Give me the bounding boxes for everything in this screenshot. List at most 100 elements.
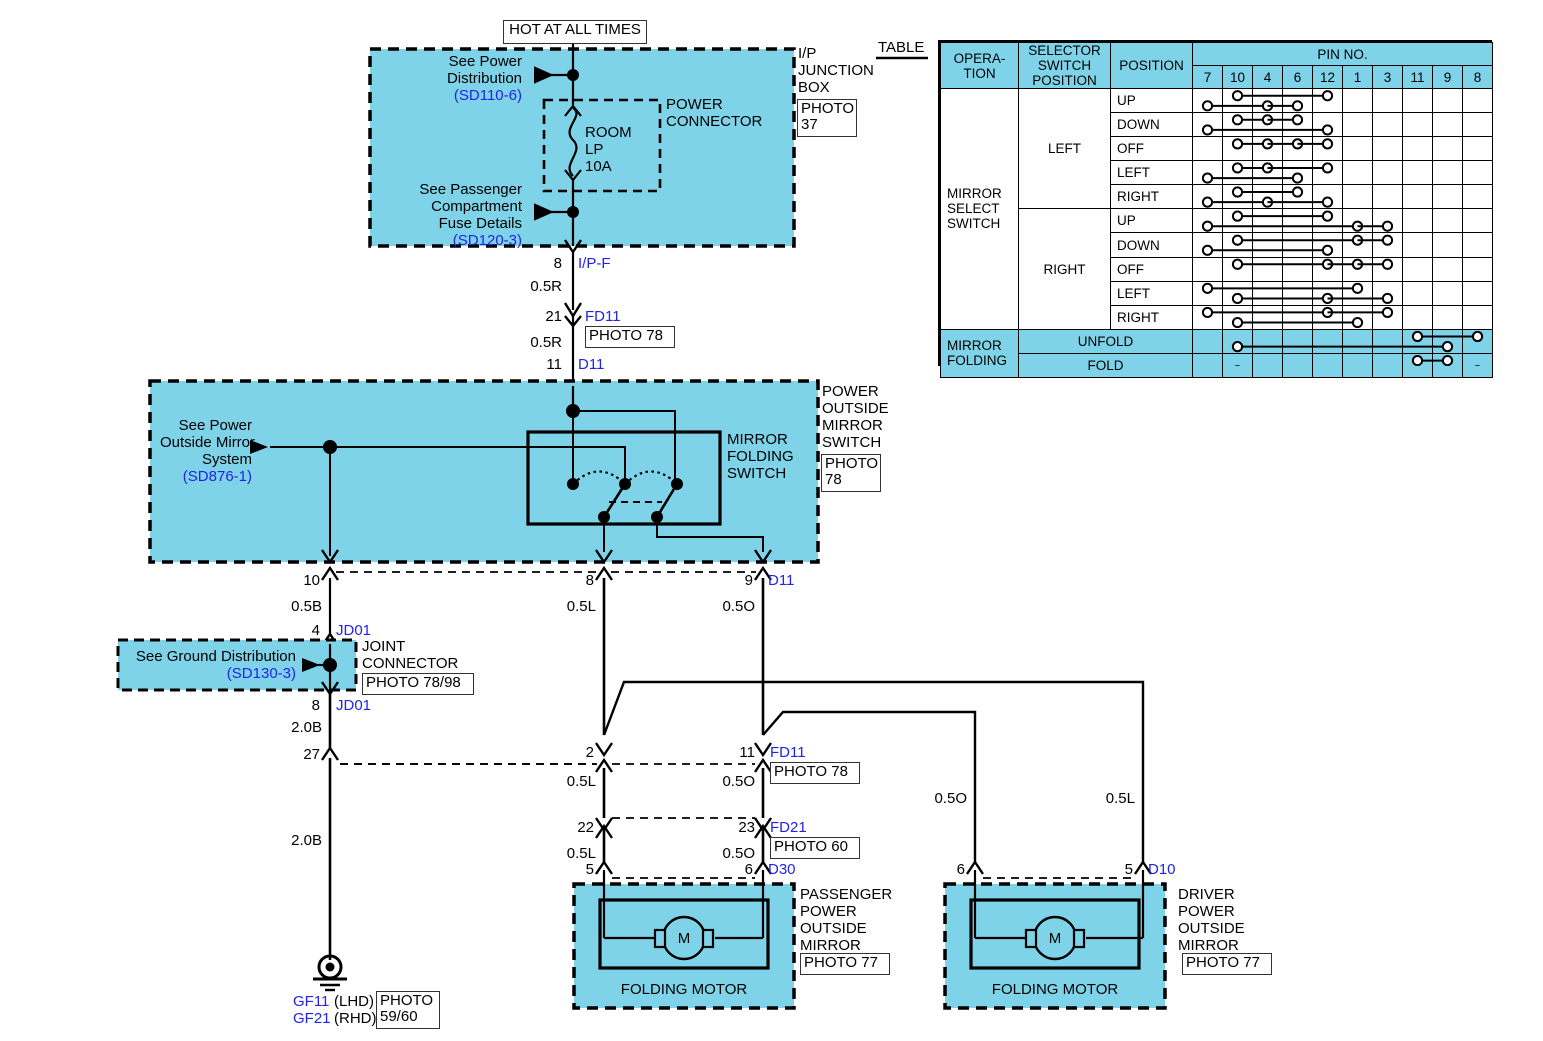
photo-label-line2: 37 [801, 116, 818, 133]
pin-cell-10 [1222, 136, 1253, 162]
power-outside-mirror-switch-photo-ref: PHOTO 78 [821, 454, 881, 492]
pin-cell-10 [1222, 112, 1253, 138]
position-cell: LEFT [1110, 280, 1193, 306]
connector-fd21[interactable]: FD21 [770, 819, 807, 836]
gauge-05b: 0.5B [291, 598, 322, 615]
pin-cell-1 [1342, 112, 1373, 138]
see-power-outside-mirror-line2: Outside Mirror [160, 434, 256, 451]
pin-cell-3 [1372, 136, 1403, 162]
joint-connector-photo-ref: PHOTO 78/98 [362, 673, 474, 695]
see-passenger-fuse-ref[interactable]: (SD120-3) [350, 232, 522, 249]
position-cell: RIGHT [1110, 304, 1193, 330]
pin-cell-1 [1342, 87, 1373, 114]
pin-cell-3 [1372, 87, 1403, 114]
operation-mirror-select-switch: MIRROR SELECT SWITCH [940, 88, 1019, 330]
pin-cell-11 [1402, 256, 1433, 282]
pin-cell-4 [1252, 160, 1283, 186]
pin-cell-12 [1312, 160, 1343, 186]
ip-junction-box-title-3: BOX [798, 79, 830, 96]
pin-cell-11 [1402, 304, 1433, 330]
pin-cell-1 [1342, 256, 1373, 282]
pin-cell-3 [1372, 352, 1403, 379]
pin-col-6: 3 [1372, 65, 1403, 89]
pin-cell-7 [1192, 304, 1223, 330]
pin-cell-12 [1312, 304, 1343, 330]
connector-jd01-bot[interactable]: JD01 [336, 697, 371, 714]
connector-jd01-top[interactable]: JD01 [336, 622, 371, 639]
see-passenger-fuse-line1: See Passenger [419, 181, 522, 198]
pin-cell-12 [1312, 256, 1343, 282]
see-ground-distribution-ref[interactable]: (SD130-3) [128, 665, 296, 682]
pin-cell-6 [1282, 184, 1313, 210]
connector-fd11[interactable]: FD11 [585, 308, 621, 325]
out-connector-d11[interactable]: D11 [768, 572, 794, 589]
position-cell: DOWN [1110, 112, 1193, 138]
pin-cell-7 [1192, 208, 1223, 234]
pin-cell-10 [1222, 256, 1253, 282]
see-power-outside-mirror-line3: System [201, 451, 252, 468]
ip-junction-box-title-1: I/P [798, 45, 817, 62]
pin-col-5: 1 [1342, 65, 1373, 89]
joint-connector-label-1: JOINT [362, 638, 406, 655]
pin-cell-10 [1222, 184, 1253, 210]
pin-cell-9 [1432, 352, 1463, 379]
pin-fd11-21: 21 [545, 308, 562, 325]
pin-cell-7 [1192, 328, 1223, 354]
connector-d10[interactable]: D10 [1148, 861, 1176, 878]
table-row: FOLD [941, 352, 1494, 379]
pin-cell-9 [1432, 112, 1463, 138]
position-cell: RIGHT [1110, 184, 1193, 210]
pin-cell-10 [1222, 208, 1253, 234]
pin-col-9: 8 [1461, 65, 1494, 89]
joint-connector-label-2: CONNECTOR [362, 655, 459, 672]
table-caption: TABLE [878, 39, 925, 56]
photo-label-line2: 78 [825, 471, 842, 488]
pin-cell-9 [1432, 160, 1463, 186]
pin-cell-11 [1402, 328, 1433, 354]
ground-ref-rhd-suffix: (RHD) [334, 1010, 377, 1027]
gauge-05o-c: 0.5O [722, 845, 755, 862]
photo-ref-fd11-lower: PHOTO 78 [770, 762, 860, 784]
gauge-05l-c: 0.5L [566, 845, 596, 862]
ground-ref-lhd[interactable]: GF11 [293, 993, 329, 1010]
pin-cell-8 [1461, 184, 1494, 210]
pin-operation-table: OPERA- TION SELECTOR SWITCH POSITION POS… [938, 40, 1494, 379]
table-header-row-1: OPERA- TION SELECTOR SWITCH POSITION POS… [940, 42, 1494, 89]
pin-d10-5: 5 [1124, 861, 1133, 878]
pin-27: 27 [303, 746, 320, 763]
pin-cell-3 [1372, 256, 1403, 282]
pin-cell-7 [1192, 280, 1223, 306]
see-passenger-fuse-line2: Compartment [431, 198, 522, 215]
photo-label-line2: 59/60 [380, 1008, 418, 1025]
pin-cell-8 [1461, 160, 1494, 186]
pin-cell-6 [1282, 208, 1313, 234]
see-passenger-fuse-line3: Fuse Details [438, 215, 522, 232]
connector-ipf[interactable]: I/P-F [578, 255, 611, 272]
col-operation: OPERA- TION [940, 42, 1019, 89]
pin-cell-10 [1222, 352, 1253, 379]
pin-fd11-11: 11 [739, 744, 755, 761]
pin-cell-4 [1252, 184, 1283, 210]
connector-fd11-lower[interactable]: FD11 [770, 744, 806, 761]
connector-d11[interactable]: D11 [578, 356, 604, 373]
pin-cell-6 [1282, 112, 1313, 138]
folding-position-cell: FOLD [1018, 352, 1193, 379]
pin-cell-12 [1312, 328, 1343, 354]
col-operation-line1: OPERA- [953, 50, 1006, 66]
see-power-distribution-ref[interactable]: (SD110-6) [350, 87, 522, 104]
connector-d30[interactable]: D30 [768, 861, 796, 878]
pin-cell-3 [1372, 328, 1403, 354]
pin-cell-12 [1312, 87, 1343, 114]
power-connector-label-1: POWER [666, 96, 723, 113]
gauge-05l-b: 0.5L [566, 773, 596, 790]
ground-ref-rhd[interactable]: GF21 [293, 1010, 331, 1027]
pin-cell-3 [1372, 112, 1403, 138]
see-power-outside-mirror-ref[interactable]: (SD876-1) [160, 468, 252, 485]
pin-cell-9 [1432, 184, 1463, 210]
pin-cell-11 [1402, 208, 1433, 234]
pin-cell-8 [1461, 352, 1494, 379]
pin-cell-7 [1192, 87, 1223, 114]
pin-jd01-8: 8 [311, 697, 320, 714]
passenger-mirror-title-2: POWER [800, 903, 857, 920]
pin-cell-7 [1192, 184, 1223, 210]
